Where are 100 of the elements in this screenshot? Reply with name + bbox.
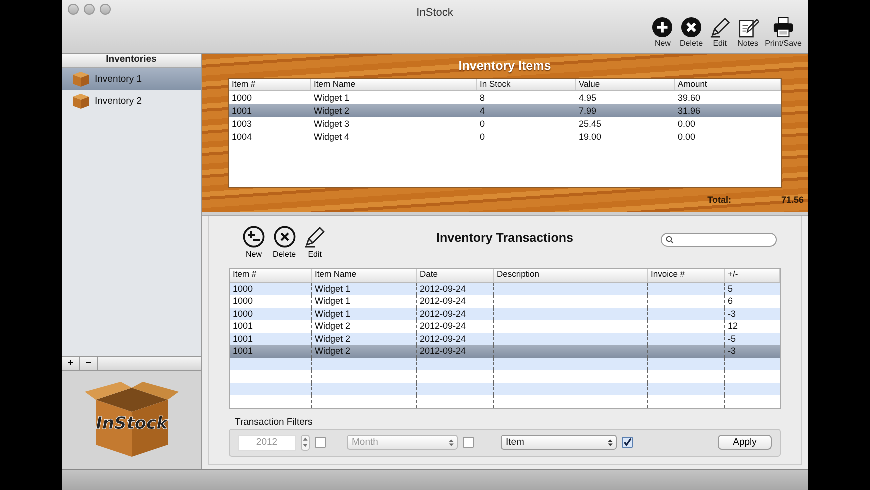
- column-header[interactable]: Item Name: [312, 269, 417, 282]
- table-cell: -5: [728, 334, 736, 344]
- zoom-window-button[interactable]: [100, 4, 111, 15]
- table-cell-text: 1001: [231, 106, 254, 116]
- table-cell: 6: [728, 296, 734, 306]
- table-cell-text: 4: [479, 106, 486, 116]
- table-cell-text: 4.95: [578, 92, 598, 102]
- table-cell-text: 1004: [231, 132, 254, 142]
- table-cell: -3: [728, 308, 736, 318]
- table-cell: 2012-09-24: [420, 334, 466, 344]
- total-value: 71.56: [781, 195, 804, 205]
- table-cell: Widget 1: [315, 284, 351, 294]
- panel-title: Inventory Transactions: [436, 231, 574, 245]
- column-header[interactable]: Item Name: [311, 79, 477, 90]
- column-header[interactable]: Item #: [230, 269, 312, 282]
- toolbar-button[interactable]: Delete: [678, 17, 706, 48]
- table-row[interactable]: 1001 Widget 2 2012-09-24 -3: [230, 345, 780, 358]
- table-row[interactable]: 1004 Widget 4 0 19.00 0.00: [229, 130, 781, 143]
- table-cell: 1001: [233, 334, 254, 344]
- filters-label: Transaction Filters: [234, 416, 314, 428]
- delete-icon: [681, 17, 702, 38]
- table-cell-text: 7.99: [578, 106, 598, 116]
- pencil-icon: [304, 226, 326, 248]
- table-cell-text: 39.60: [677, 92, 702, 102]
- table-cell-text: 1003: [231, 118, 254, 128]
- table-cell-text: 0: [479, 118, 486, 128]
- minimize-window-button[interactable]: [84, 4, 95, 15]
- table-cell: 12: [728, 321, 738, 331]
- column-header[interactable]: Value: [576, 79, 675, 90]
- column-header[interactable]: +/-: [725, 269, 780, 282]
- checkbox[interactable]: [622, 437, 633, 448]
- table-cell-text: Widget 2: [313, 106, 351, 116]
- column-header[interactable]: Date: [417, 269, 494, 282]
- table-cell-text: Widget 3: [313, 118, 351, 128]
- toolbar-button[interactable]: New: [241, 226, 267, 259]
- table-row[interactable]: 1001 Widget 2 4 7.99 31.96: [229, 104, 781, 117]
- toolbar-button[interactable]: Notes: [735, 17, 762, 48]
- plus-minus-icon: [243, 226, 265, 248]
- table-cell: Widget 1: [315, 296, 351, 306]
- table-cell: Widget 2: [315, 334, 351, 344]
- box-icon: [71, 70, 91, 88]
- dropdown-arrows-icon: [449, 438, 454, 446]
- table-cell-text: Widget 4: [313, 132, 351, 142]
- toolbar-button[interactable]: New: [650, 17, 676, 48]
- table-cell: 2012-09-24: [420, 308, 466, 318]
- add-button[interactable]: +: [62, 357, 80, 370]
- plus-icon: [652, 17, 674, 38]
- toolbar-button[interactable]: Delete: [271, 226, 298, 259]
- table-cell: 2012-09-24: [420, 346, 466, 356]
- table-cell-text: 0.00: [677, 118, 697, 128]
- column-header[interactable]: Amount: [675, 79, 781, 90]
- search-field[interactable]: [661, 233, 777, 247]
- table-cell: 1000: [233, 308, 254, 318]
- table-cell-text: 1000: [231, 92, 254, 102]
- table-cell: Widget 2: [315, 346, 351, 356]
- table-cell-text: Widget 1: [313, 92, 351, 102]
- close-window-button[interactable]: [68, 4, 79, 15]
- sidebar-header: Inventories: [62, 54, 201, 68]
- table-cell-text: 19.00: [578, 132, 603, 142]
- column-header[interactable]: In Stock: [477, 79, 576, 90]
- table-cell-text: 0: [479, 132, 486, 142]
- printer-icon: [773, 17, 794, 38]
- stepper[interactable]: [301, 434, 310, 450]
- apply-button[interactable]: Apply: [718, 435, 772, 450]
- table-cell: 2012-09-24: [420, 296, 466, 306]
- table-row[interactable]: 1001 Widget 2 2012-09-24 -5: [230, 332, 780, 345]
- remove-button[interactable]: −: [80, 357, 98, 370]
- column-header[interactable]: Description: [494, 269, 648, 282]
- table-row[interactable]: 1000 Widget 1 2012-09-24 -3: [230, 308, 780, 320]
- table-cell: 5: [728, 284, 734, 294]
- table-cell-text: 25.45: [578, 118, 603, 128]
- column-header[interactable]: Invoice #: [648, 269, 725, 282]
- notepad-icon: [738, 17, 759, 38]
- table-row[interactable]: 1003 Widget 3 0 25.45 0.00: [229, 117, 781, 130]
- panel-title: Inventory Items: [458, 58, 552, 75]
- table-cell: 1001: [233, 321, 254, 331]
- dropdown-arrows-icon: [608, 438, 613, 446]
- table-cell-text: 0.00: [677, 132, 697, 142]
- item-select[interactable]: Item: [501, 435, 617, 450]
- sidebar-item[interactable]: Inventory 2: [62, 90, 201, 112]
- window-title: InStock: [416, 7, 454, 19]
- toolbar-button[interactable]: Edit: [707, 17, 734, 48]
- table-row[interactable]: 1000 Widget 1 2012-09-24 5: [230, 282, 780, 295]
- table-cell: 2012-09-24: [420, 321, 466, 331]
- search-icon: [666, 236, 674, 244]
- table-cell: Widget 1: [315, 308, 351, 318]
- table-cell: 1000: [233, 296, 254, 306]
- table-cell-text: 8: [479, 92, 486, 102]
- table-cell: -3: [728, 346, 736, 356]
- toolbar-button[interactable]: Print/Save: [763, 17, 804, 48]
- column-header[interactable]: Item #: [229, 79, 311, 90]
- toolbar-button[interactable]: Edit: [302, 226, 328, 259]
- box-icon: [71, 92, 91, 110]
- table-cell: 2012-09-24: [420, 284, 466, 294]
- table-cell: 1001: [233, 346, 254, 356]
- table-row[interactable]: 1000 Widget 1 8 4.95 39.60: [229, 91, 781, 104]
- delete-icon: [274, 226, 296, 248]
- table-cell: Widget 2: [315, 321, 351, 331]
- stepper-arrows-icon: [303, 437, 308, 448]
- sidebar-item[interactable]: Inventory 1: [62, 68, 201, 90]
